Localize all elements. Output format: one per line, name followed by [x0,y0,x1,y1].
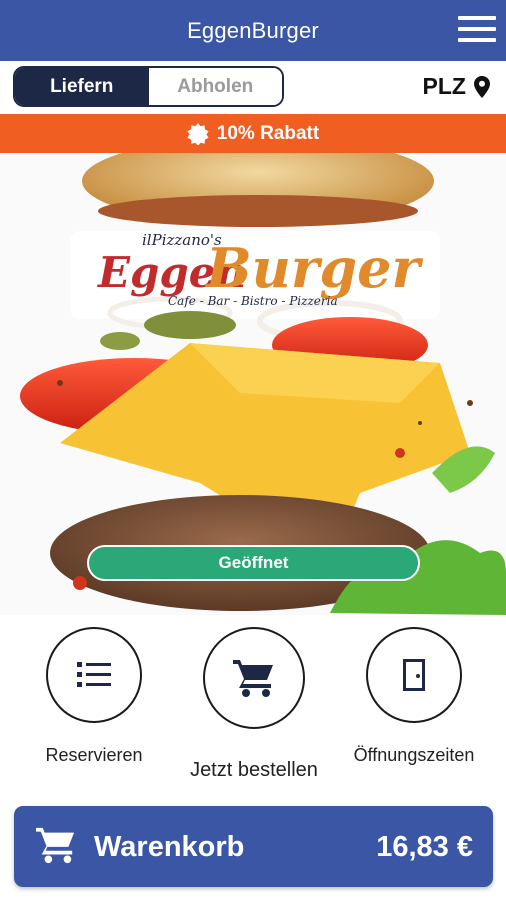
action-row: Reservieren Jetzt bestellen Öffnungszeit… [0,615,506,795]
app-title: EggenBurger [187,18,319,43]
order-action[interactable]: Jetzt bestellen [190,627,318,782]
pickup-option[interactable]: Abholen [148,68,282,105]
order-mode-row: Liefern Abholen PLZ [0,61,506,114]
badge-icon [187,122,209,145]
opening-hours-button[interactable] [366,627,462,723]
cart-icon [36,827,75,864]
postcode-label: PLZ [422,73,466,99]
cart-total: 16,83 € [376,831,473,863]
order-mode-toggle: Liefern Abholen [13,66,284,107]
reserve-button[interactable] [46,627,142,723]
cart-label: Warenkorb [94,831,245,863]
promo-banner[interactable]: 10% Rabatt [0,114,506,153]
menu-icon[interactable] [458,14,496,44]
order-now-button[interactable] [203,627,305,729]
list-icon [77,662,111,687]
open-status-button[interactable]: Geöffnet [87,545,420,581]
reserve-action[interactable]: Reservieren [44,627,144,766]
postcode-button[interactable]: PLZ [423,73,490,100]
logo-tagline: Cafe - Bar - Bistro - Pizzeria [168,294,338,308]
app-bar: EggenBurger [0,0,506,61]
reserve-label: Reservieren [45,745,143,765]
logo-word-burger: Burger [204,236,423,300]
deliver-option[interactable]: Liefern [15,68,149,105]
promo-text: 10% Rabatt [216,122,320,144]
hours-action[interactable]: Öffnungszeiten [354,627,474,766]
order-now-label: Jetzt bestellen [190,759,318,781]
location-pin-icon [474,75,490,98]
cart-button[interactable]: Warenkorb 16,83 € [14,806,493,887]
door-icon [403,659,425,691]
hero-image: ilPizzano's Eggen Burger Cafe - Bar - Bi… [0,153,506,615]
opening-hours-label: Öffnungszeiten [353,745,475,765]
cart-icon [233,660,273,697]
